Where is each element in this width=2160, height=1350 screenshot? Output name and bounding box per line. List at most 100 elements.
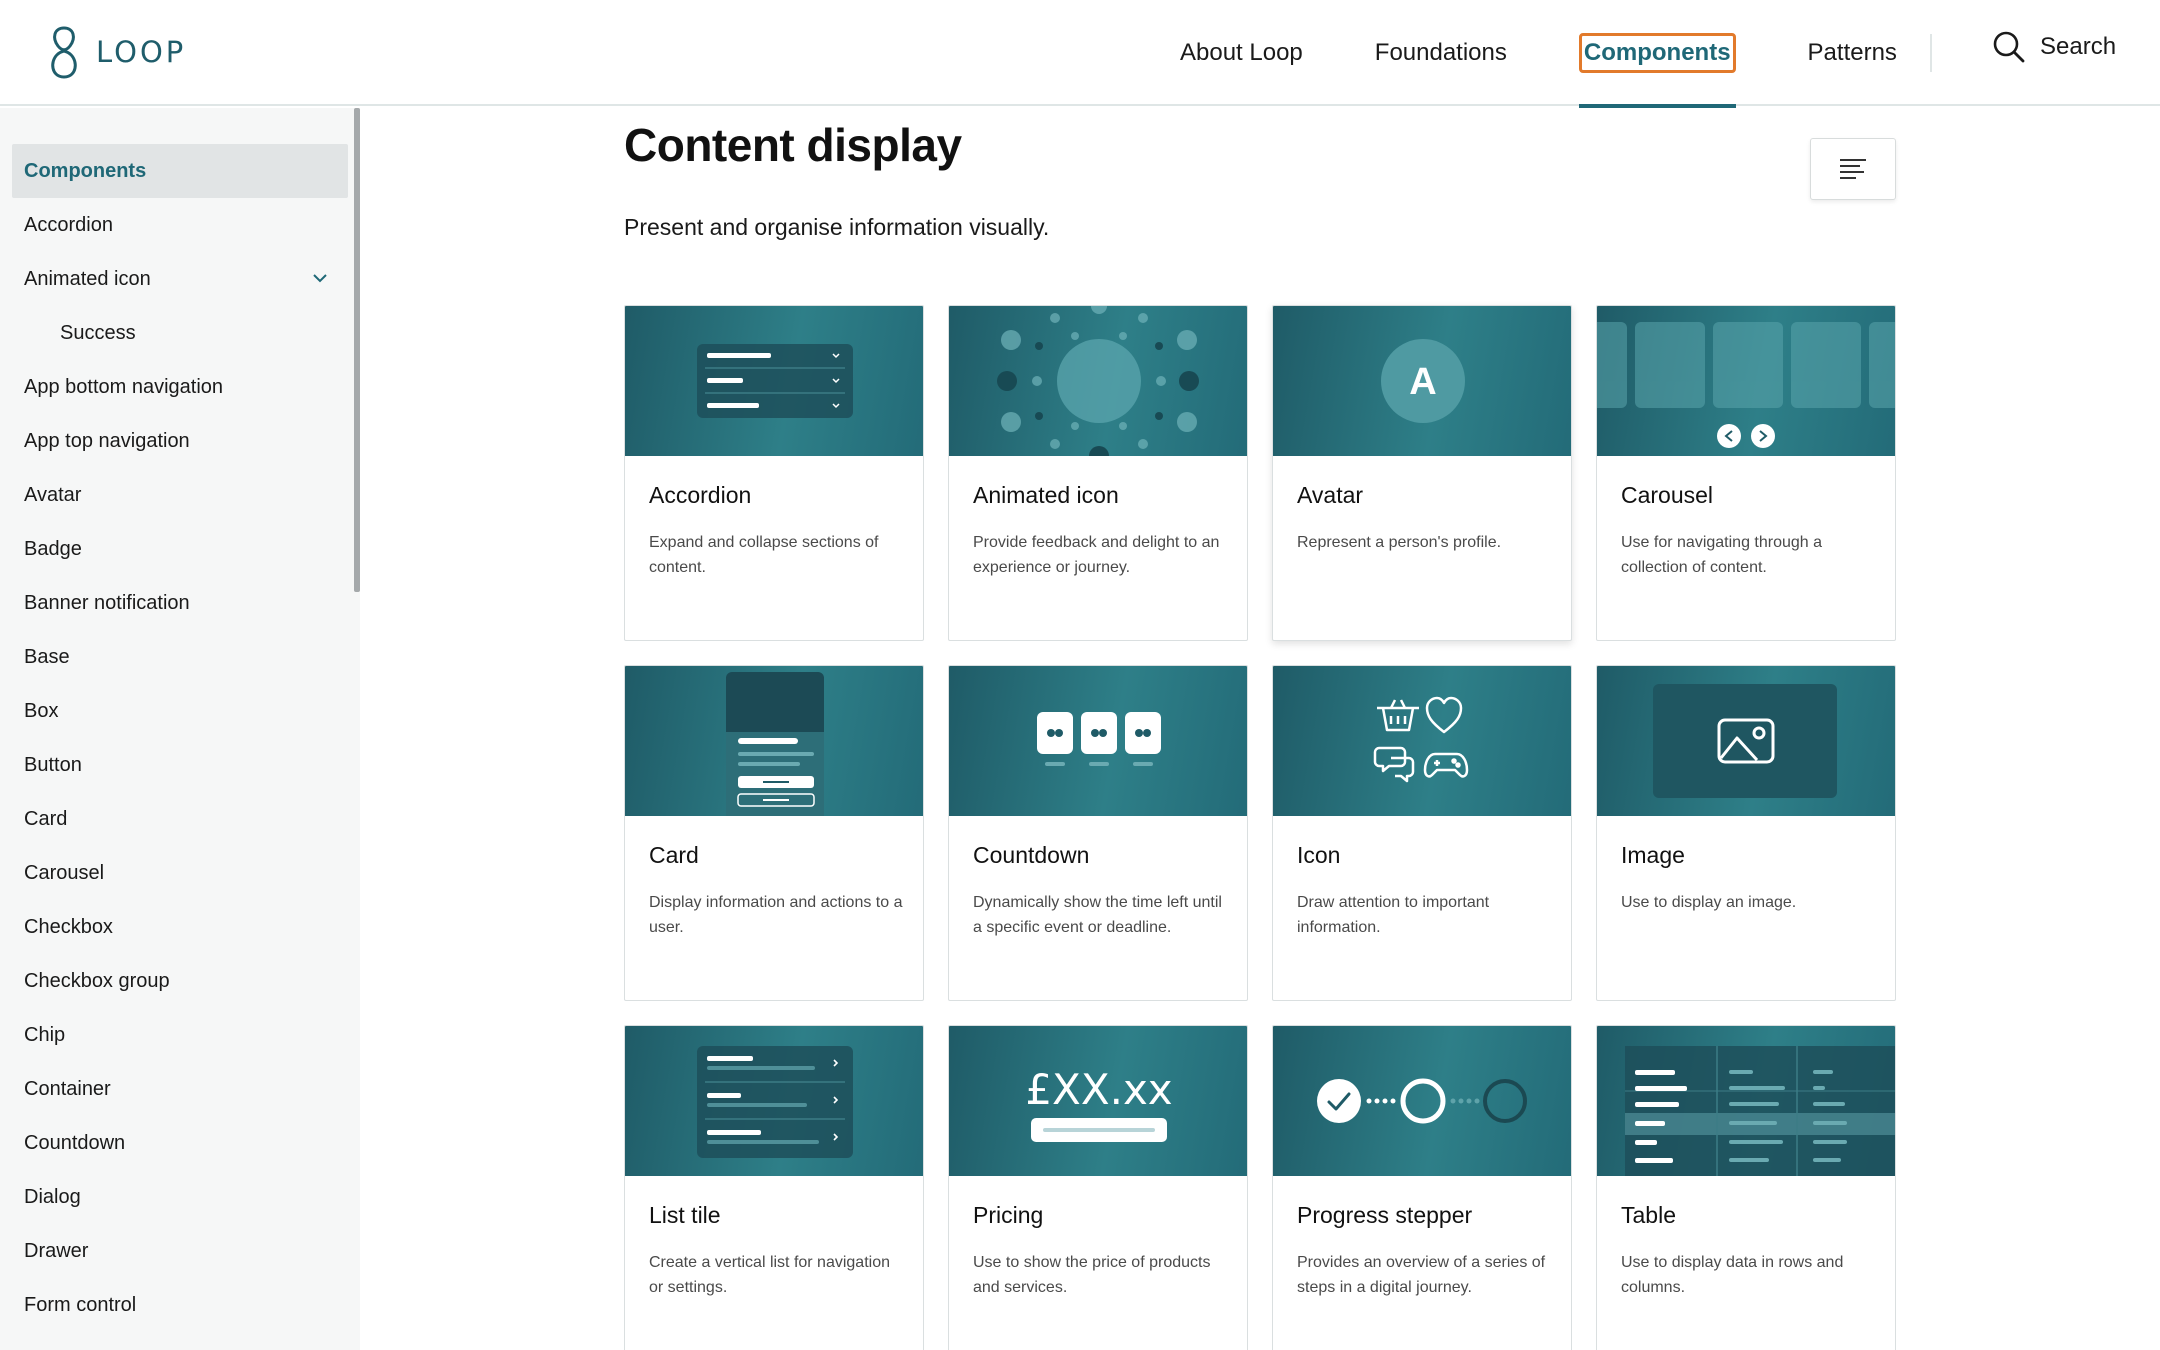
sidebar-item-checkbox[interactable]: Checkbox [12,900,348,954]
chevron-down-icon[interactable] [310,268,330,288]
card-title: Avatar [1297,482,1364,508]
nav-components[interactable]: Components [1578,0,1736,108]
sidebar-scrollbar[interactable] [354,108,360,592]
logo-text: LOOP [96,35,187,69]
pricing-illustration: £XX.xx [1025,1065,1173,1142]
basket-icon [1377,699,1419,732]
card-carousel[interactable]: Carousel Use for navigating through a co… [1596,305,1896,641]
card-title: Progress stepper [1297,1202,1473,1228]
card-image[interactable]: Image Use to display an image. [1596,665,1896,1001]
card-description: Use to show the price of products and se… [973,1254,1211,1296]
card-description: Use to display data in rows and columns. [1621,1254,1844,1296]
search-button[interactable]: Search [1992,30,2116,64]
sidebar-item-accordion[interactable]: Accordion [12,198,348,252]
sidebar-item-badge[interactable]: Badge [12,522,348,576]
card-image [625,666,923,816]
animated-icon-illustration [997,306,1199,456]
table-illustration [1625,1046,1895,1176]
sidebar-item-chip[interactable]: Chip [12,1008,348,1062]
card-description: Use to display an image. [1621,894,1797,911]
card-animated-icon[interactable]: Animated icon Provide feedback and delig… [948,305,1248,641]
card-title: Carousel [1621,482,1714,508]
nav-label: About Loop [1180,39,1303,66]
card-avatar[interactable]: A Avatar Represent a person's profile. [1272,305,1572,641]
card-countdown[interactable]: Countdown Dynamically show the time left… [948,665,1248,1001]
icon-illustration [1373,696,1469,783]
page-title: Content display [624,119,962,171]
card-description: Expand and collapse sections of content. [649,534,879,576]
chat-icon [1373,746,1415,783]
price-text: £XX.xx [1025,1065,1172,1114]
page-description: Present and organise information visuall… [624,214,1050,240]
card-image [625,306,923,456]
heart-icon [1425,696,1463,734]
card-table[interactable]: Table Use to display data in rows and co… [1596,1025,1896,1350]
card-title: Animated icon [973,482,1119,508]
sidebar-item-countdown[interactable]: Countdown [12,1116,348,1170]
card-description: Provides an overview of a series of step… [1297,1254,1546,1296]
loop-logo-icon [51,26,77,79]
sidebar-item-checkbox-group[interactable]: Checkbox group [12,954,348,1008]
carousel-illustration [1597,322,1895,448]
sidebar-item-box[interactable]: Box [12,684,348,738]
sidebar-item-dialog[interactable]: Dialog [12,1170,348,1224]
sidebar-item-app-bottom-navigation[interactable]: App bottom navigation [12,360,348,414]
card-accordion[interactable]: Accordion Expand and collapse sections o… [624,305,924,641]
card-image: A [1273,306,1571,456]
card-image [1597,1026,1895,1176]
sidebar-item-app-top-navigation[interactable]: App top navigation [12,414,348,468]
card-description: Draw attention to important information. [1297,894,1490,936]
card-image [949,306,1247,456]
sidebar-item-carousel[interactable]: Carousel [12,846,348,900]
sidebar-item-success[interactable]: Success [12,306,348,360]
card-title: Icon [1297,842,1341,868]
card-list-tile[interactable]: List tile Create a vertical list for nav… [624,1025,924,1350]
sidebar-item-form-control[interactable]: Form control [12,1278,348,1332]
nav-patterns[interactable]: Patterns [1808,0,1897,106]
loop-logo[interactable]: LOOP [46,24,186,80]
card-pricing[interactable]: £XX.xx Pricing Use to show the price of … [948,1025,1248,1350]
avatar-illustration: A [1381,339,1465,423]
card-description: Create a vertical list for navigation or… [649,1254,890,1296]
table-of-contents-button[interactable] [1810,138,1896,200]
sidebar-item-container[interactable]: Container [12,1062,348,1116]
sidebar-item-avatar[interactable]: Avatar [12,468,348,522]
countdown-illustration [1037,712,1161,766]
sidebar-item-card[interactable]: Card [12,792,348,846]
nav-label: Components [1578,33,1736,73]
search-icon [1993,31,2025,63]
sidebar-item-banner-notification[interactable]: Banner notification [12,576,348,630]
nav-divider [1930,34,1932,72]
sidebar-item-drawer[interactable]: Drawer [12,1224,348,1278]
nav-about-loop[interactable]: About Loop [1180,0,1303,106]
card-image [949,666,1247,816]
card-title: Pricing [973,1202,1044,1228]
card-progress-stepper[interactable]: Progress stepper Provides an overview of… [1272,1025,1572,1350]
nav-label: Foundations [1374,39,1507,66]
card-image-illustration [1597,666,1895,816]
card-description: Display information and actions to a use… [649,894,903,936]
card-image [1273,1026,1571,1176]
image-illustration [1653,684,1837,798]
card-image [1273,666,1571,816]
sidebar-item-base[interactable]: Base [12,630,348,684]
nav-foundations[interactable]: Foundations [1375,0,1507,106]
table-of-contents-icon [1840,159,1866,179]
card-title: Countdown [973,842,1090,868]
card-title: List tile [649,1202,721,1228]
card-image [625,1026,923,1176]
sidebar-item-components[interactable]: Components [12,144,348,198]
sidebar-item-animated-icon[interactable]: Animated icon [12,252,348,306]
card-card[interactable]: Card Display information and actions to … [624,665,924,1001]
main-navigation: About Loop Foundations Components Patter… [1180,0,1969,108]
card-illustration [726,672,824,816]
sidebar-item-label: Animated icon [24,267,151,290]
avatar-letter: A [1409,361,1436,403]
sidebar: Components Accordion Animated icon Succe… [0,108,360,1350]
site-header: LOOP About Loop Foundations Components P… [0,0,2160,108]
list-tile-illustration [697,1046,853,1158]
sidebar-item-button[interactable]: Button [12,738,348,792]
accordion-illustration [697,344,853,418]
card-icon[interactable]: Icon Draw attention to important informa… [1272,665,1572,1001]
card-title: Image [1621,842,1685,868]
